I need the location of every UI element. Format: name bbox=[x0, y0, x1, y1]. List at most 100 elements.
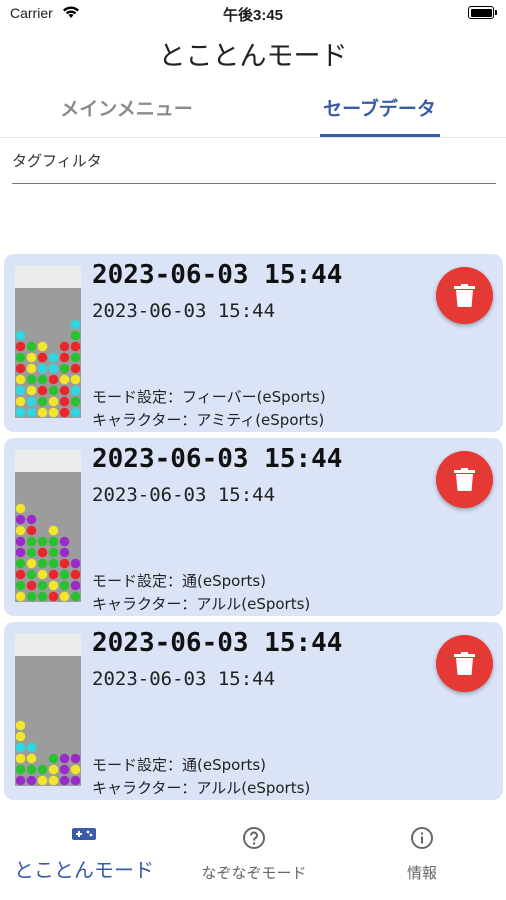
puyo bbox=[37, 352, 48, 363]
puyo bbox=[15, 536, 26, 547]
puyo bbox=[48, 385, 59, 396]
puyo bbox=[70, 330, 81, 341]
puyo bbox=[59, 775, 70, 786]
board-preview bbox=[15, 634, 81, 786]
puyo bbox=[48, 775, 59, 786]
delete-button[interactable] bbox=[436, 451, 493, 508]
mode-value: 通(eSports) bbox=[182, 572, 267, 590]
puyo bbox=[70, 374, 81, 385]
character-value: アミティ(eSports) bbox=[196, 411, 325, 429]
nav-tokoton-mode[interactable]: とことんモード bbox=[0, 812, 168, 892]
save-date: 2023-06-03 15:44 bbox=[92, 484, 276, 506]
character-label: キャラクター： bbox=[92, 779, 197, 797]
puyo bbox=[15, 407, 26, 418]
puyo bbox=[37, 569, 48, 580]
save-date: 2023-06-03 15:44 bbox=[92, 668, 276, 690]
puyo bbox=[59, 374, 70, 385]
mode-setting: モード設定：通(eSports) bbox=[92, 754, 266, 775]
puyo bbox=[48, 753, 59, 764]
puyo bbox=[15, 569, 26, 580]
puyo bbox=[48, 352, 59, 363]
puyo bbox=[15, 764, 26, 775]
help-circle-icon bbox=[243, 827, 265, 849]
puyo bbox=[15, 341, 26, 352]
save-card[interactable]: 2023-06-03 15:44 2023-06-03 15:44 モード設定：… bbox=[4, 622, 503, 800]
tag-filter-label: タグフィルタ bbox=[12, 152, 102, 170]
puyo bbox=[59, 753, 70, 764]
mode-label: モード設定： bbox=[92, 572, 183, 590]
status-bar: Carrier 午後3:45 bbox=[0, 0, 506, 26]
puyo bbox=[59, 352, 70, 363]
puyo bbox=[48, 591, 59, 602]
puyo bbox=[15, 731, 26, 742]
save-card[interactable]: 2023-06-03 15:44 2023-06-03 15:44 モード設定：… bbox=[4, 438, 503, 616]
puyo bbox=[26, 385, 37, 396]
puyo bbox=[59, 396, 70, 407]
puyo bbox=[59, 764, 70, 775]
character-setting: キャラクター：アルル(eSports) bbox=[92, 593, 310, 614]
puyo bbox=[26, 341, 37, 352]
tab-save-data[interactable]: セーブデータ bbox=[253, 94, 506, 121]
character-label: キャラクター： bbox=[92, 411, 197, 429]
character-setting: キャラクター：アルル(eSports) bbox=[92, 777, 310, 798]
tag-filter-input[interactable]: タグフィルタ bbox=[12, 150, 496, 184]
puyo bbox=[70, 319, 81, 330]
puyo bbox=[26, 764, 37, 775]
puyo bbox=[70, 591, 81, 602]
save-title: 2023-06-03 15:44 bbox=[92, 260, 343, 290]
nav-nazo-mode[interactable]: なぞなぞモード bbox=[170, 812, 338, 892]
puyo bbox=[48, 374, 59, 385]
puyo bbox=[37, 580, 48, 591]
puyo bbox=[15, 514, 26, 525]
puyo bbox=[15, 374, 26, 385]
puyo bbox=[26, 547, 37, 558]
puyo bbox=[59, 407, 70, 418]
board-preview bbox=[15, 266, 81, 418]
puyo bbox=[15, 591, 26, 602]
puyo bbox=[48, 536, 59, 547]
character-value: アルル(eSports) bbox=[196, 595, 311, 613]
puyo bbox=[70, 764, 81, 775]
puyo bbox=[26, 591, 37, 602]
nav-label: 情報 bbox=[406, 864, 437, 882]
puyo bbox=[15, 503, 26, 514]
puyo bbox=[70, 558, 81, 569]
puyo bbox=[70, 396, 81, 407]
puyo bbox=[26, 580, 37, 591]
delete-button[interactable] bbox=[436, 267, 493, 324]
board-puyos bbox=[15, 720, 81, 786]
tab-divider bbox=[0, 137, 506, 138]
tab-main-menu[interactable]: メインメニュー bbox=[0, 94, 253, 121]
mode-value: 通(eSports) bbox=[182, 756, 267, 774]
save-card[interactable]: 2023-06-03 15:44 2023-06-03 15:44 モード設定：… bbox=[4, 254, 503, 432]
puyo bbox=[26, 514, 37, 525]
puyo bbox=[15, 352, 26, 363]
puyo bbox=[26, 558, 37, 569]
puyo bbox=[48, 558, 59, 569]
puyo bbox=[15, 547, 26, 558]
save-title: 2023-06-03 15:44 bbox=[92, 444, 343, 474]
page-title: とことんモード bbox=[158, 41, 348, 72]
puyo bbox=[26, 374, 37, 385]
character-label: キャラクター： bbox=[92, 595, 197, 613]
puyo bbox=[70, 569, 81, 580]
puyo bbox=[26, 363, 37, 374]
puyo bbox=[15, 558, 26, 569]
puyo bbox=[59, 547, 70, 558]
bottom-nav: とことんモード なぞなぞモード 情報 bbox=[0, 812, 506, 900]
puyo bbox=[70, 407, 81, 418]
puyo bbox=[48, 580, 59, 591]
puyo bbox=[37, 374, 48, 385]
puyo bbox=[26, 407, 37, 418]
puyo bbox=[59, 580, 70, 591]
puyo bbox=[48, 569, 59, 580]
delete-button[interactable] bbox=[436, 635, 493, 692]
puyo bbox=[15, 525, 26, 536]
battery-icon bbox=[468, 6, 497, 19]
puyo bbox=[15, 330, 26, 341]
puyo bbox=[26, 525, 37, 536]
puyo bbox=[15, 385, 26, 396]
puyo bbox=[26, 753, 37, 764]
nav-info[interactable]: 情報 bbox=[338, 812, 506, 892]
mode-setting: モード設定：通(eSports) bbox=[92, 570, 266, 591]
